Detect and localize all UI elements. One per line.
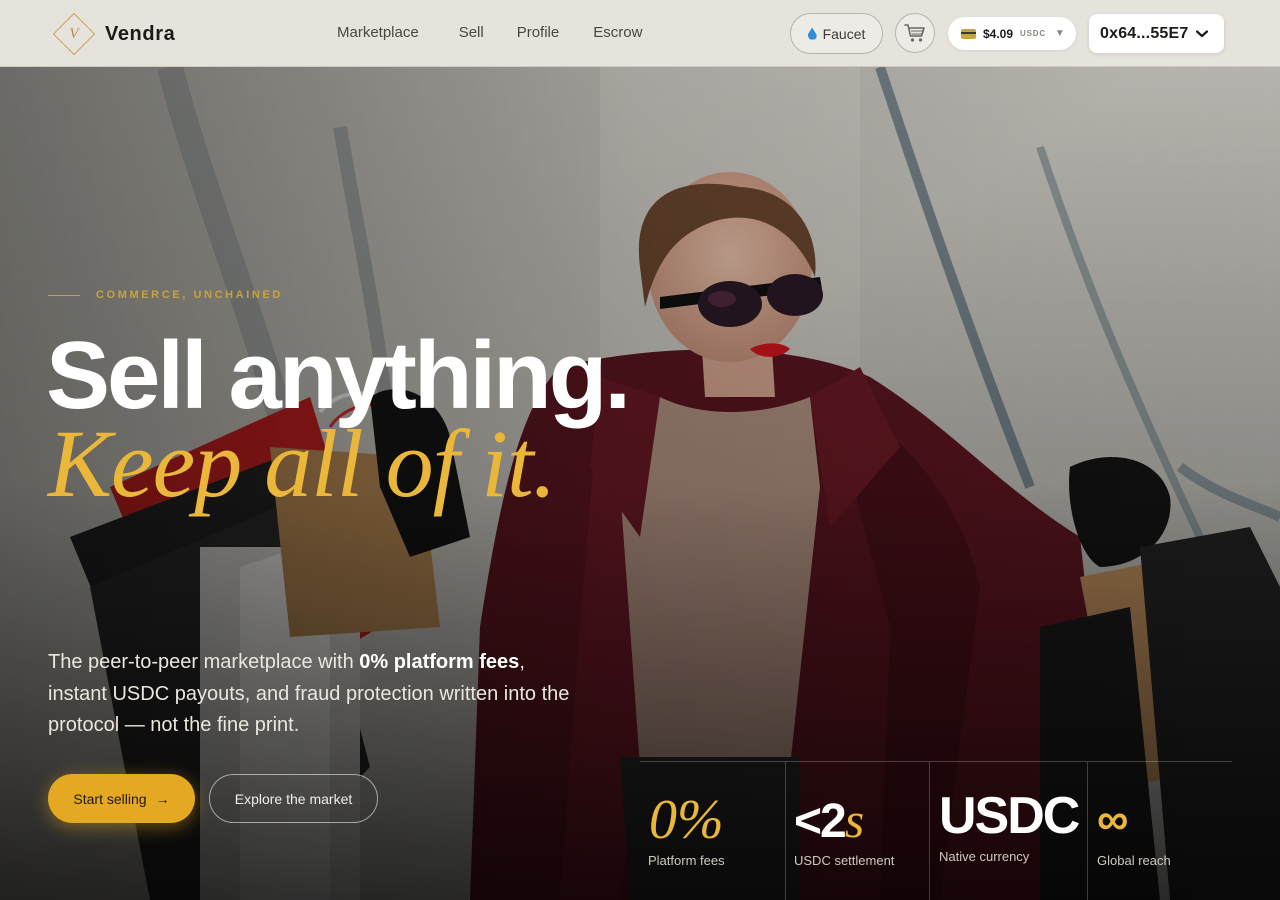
nav-link-sell[interactable]: Sell — [459, 24, 484, 41]
balance-amount: $4.09 — [983, 26, 1014, 41]
caret-down-icon: ▼ — [1054, 28, 1065, 39]
eyebrow-rule — [48, 294, 80, 296]
hero-eyebrow: COMMERCE, UNCHAINED — [48, 289, 283, 301]
logo-letter: V — [69, 25, 79, 42]
arrow-right-icon: → — [155, 790, 170, 807]
eyebrow-text: COMMERCE, UNCHAINED — [96, 289, 283, 301]
stat-value: 0% — [649, 789, 724, 851]
hero-lead-paragraph: The peer-to-peer marketplace with 0% pla… — [48, 647, 588, 742]
water-drop-icon — [807, 27, 817, 40]
stat-label: Native currency — [939, 849, 1030, 864]
brand-logo[interactable]: V Vendra — [48, 8, 175, 60]
hero-headline-accent: Keep all of it. — [48, 410, 557, 517]
main-menu: Marketplace Sell Profile Escrow — [337, 24, 682, 41]
usdc-balance-dropdown[interactable]: $4.09 USDC ▼ — [948, 17, 1076, 50]
wallet-address: 0x64...55E7 — [1100, 24, 1189, 42]
stat-global-reach: ∞ Global reach — [1087, 762, 1232, 900]
infinity-icon: ∞ — [1097, 795, 1129, 844]
stats-strip: 0% Platform fees <2s USDC settlement USD… — [640, 761, 1232, 900]
wallet-address-button[interactable]: 0x64...55E7 — [1089, 14, 1224, 53]
stat-value: <2s — [794, 795, 864, 846]
stat-value: USDC — [939, 787, 1080, 845]
start-selling-button[interactable]: Start selling → — [48, 774, 195, 823]
stat-platform-fees: 0% Platform fees — [640, 762, 785, 900]
explore-market-button[interactable]: Explore the market — [209, 774, 378, 823]
stat-settlement: <2s USDC settlement — [785, 762, 929, 900]
faucet-button[interactable]: Faucet — [790, 13, 883, 54]
stat-label: Global reach — [1097, 853, 1171, 868]
brand-name: Vendra — [105, 22, 176, 45]
nav-link-escrow[interactable]: Escrow — [593, 24, 642, 41]
explore-market-label: Explore the market — [234, 790, 353, 807]
stat-label: USDC settlement — [794, 853, 895, 868]
credit-card-icon — [961, 28, 976, 39]
shopping-cart-icon — [904, 24, 925, 42]
stat-label: Platform fees — [648, 853, 725, 868]
nav-link-marketplace[interactable]: Marketplace — [337, 24, 419, 41]
top-navbar: V Vendra Marketplace Sell Profile Escrow… — [0, 0, 1280, 67]
cart-button[interactable] — [895, 13, 935, 53]
stat-value-suffix: s — [844, 792, 865, 848]
start-selling-label: Start selling — [73, 790, 147, 807]
balance-unit: USDC — [1020, 29, 1046, 38]
lead-text-1: The peer-to-peer marketplace with — [48, 651, 360, 673]
stat-currency: USDC Native currency — [929, 762, 1087, 900]
logo-diamond-icon: V — [48, 8, 100, 60]
stat-value-main: <2 — [794, 795, 847, 848]
chevron-down-icon — [1195, 29, 1208, 37]
faucet-label: Faucet — [822, 25, 866, 42]
nav-link-profile[interactable]: Profile — [517, 24, 560, 41]
lead-text-bold: 0% platform fees — [359, 651, 520, 673]
